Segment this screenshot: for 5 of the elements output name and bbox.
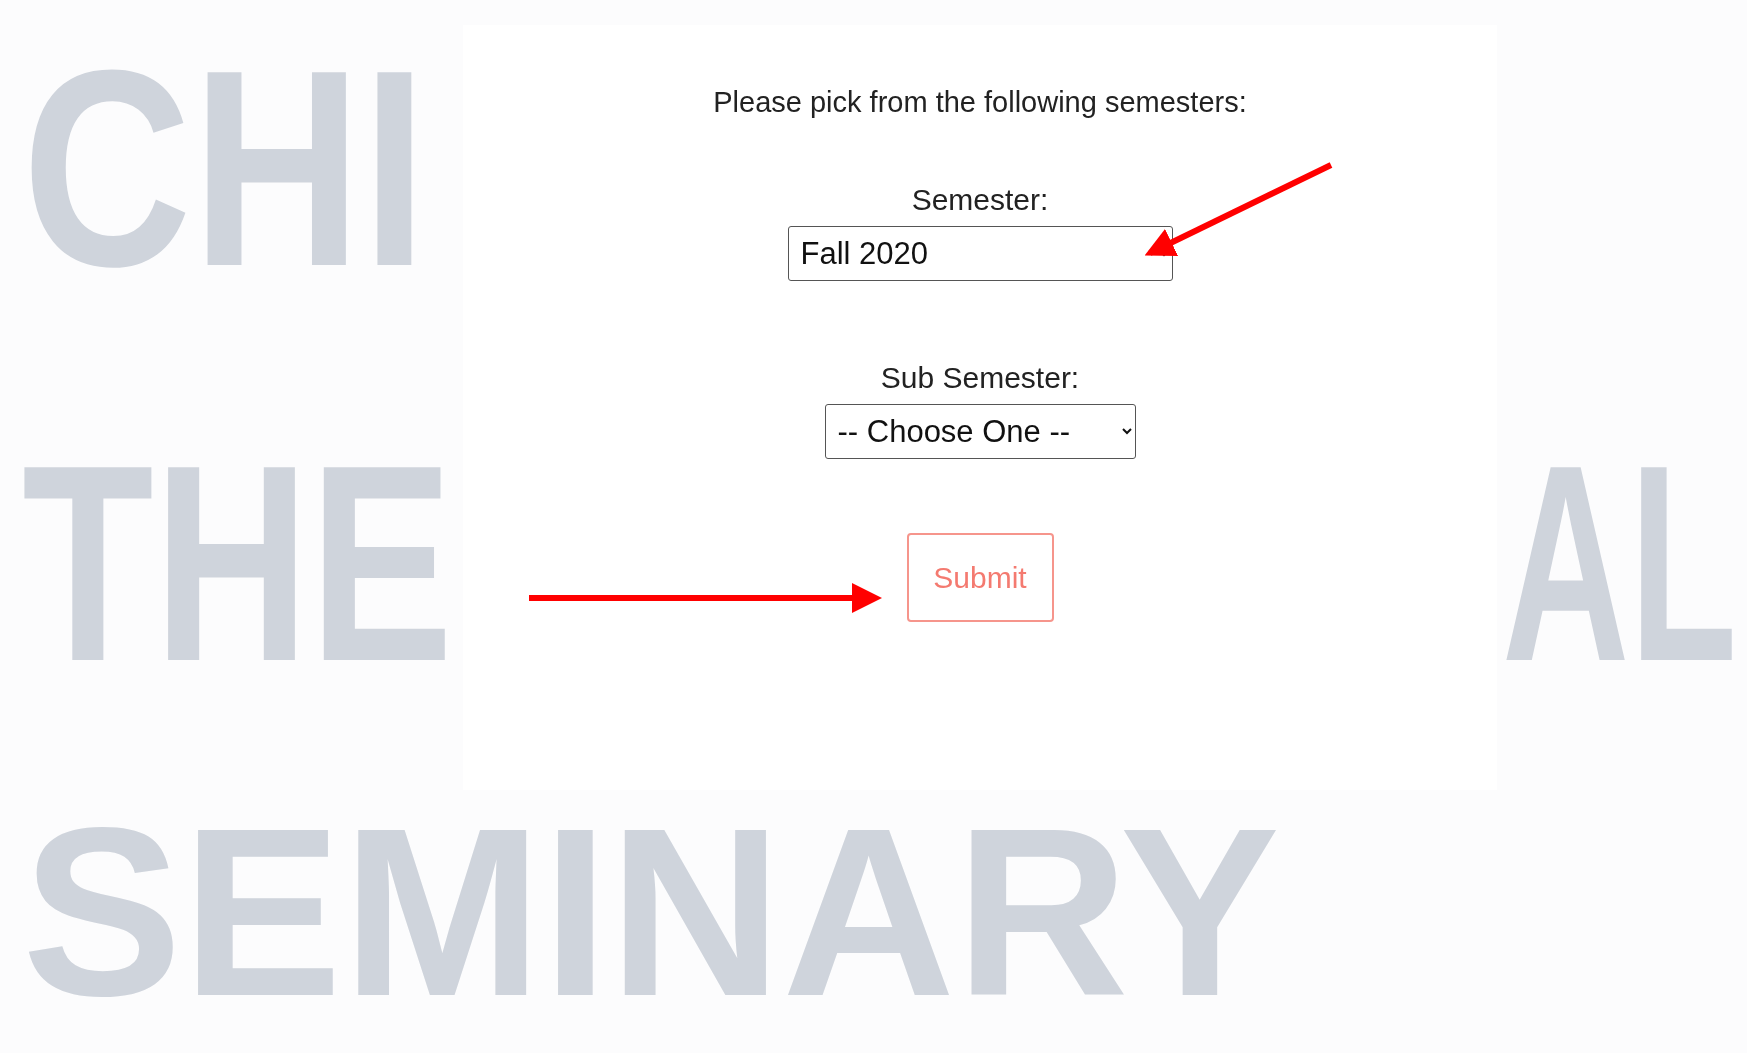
prompt-text: Please pick from the following semesters: <box>713 85 1247 120</box>
dropdown[interactable]: Fall 2020 <box>787 225 1173 281</box>
field-label: Sub Semester: <box>880 359 1080 396</box>
field-label: Semester: <box>911 181 1049 218</box>
dropdown[interactable]: -- Choose One -- <box>824 403 1136 459</box>
